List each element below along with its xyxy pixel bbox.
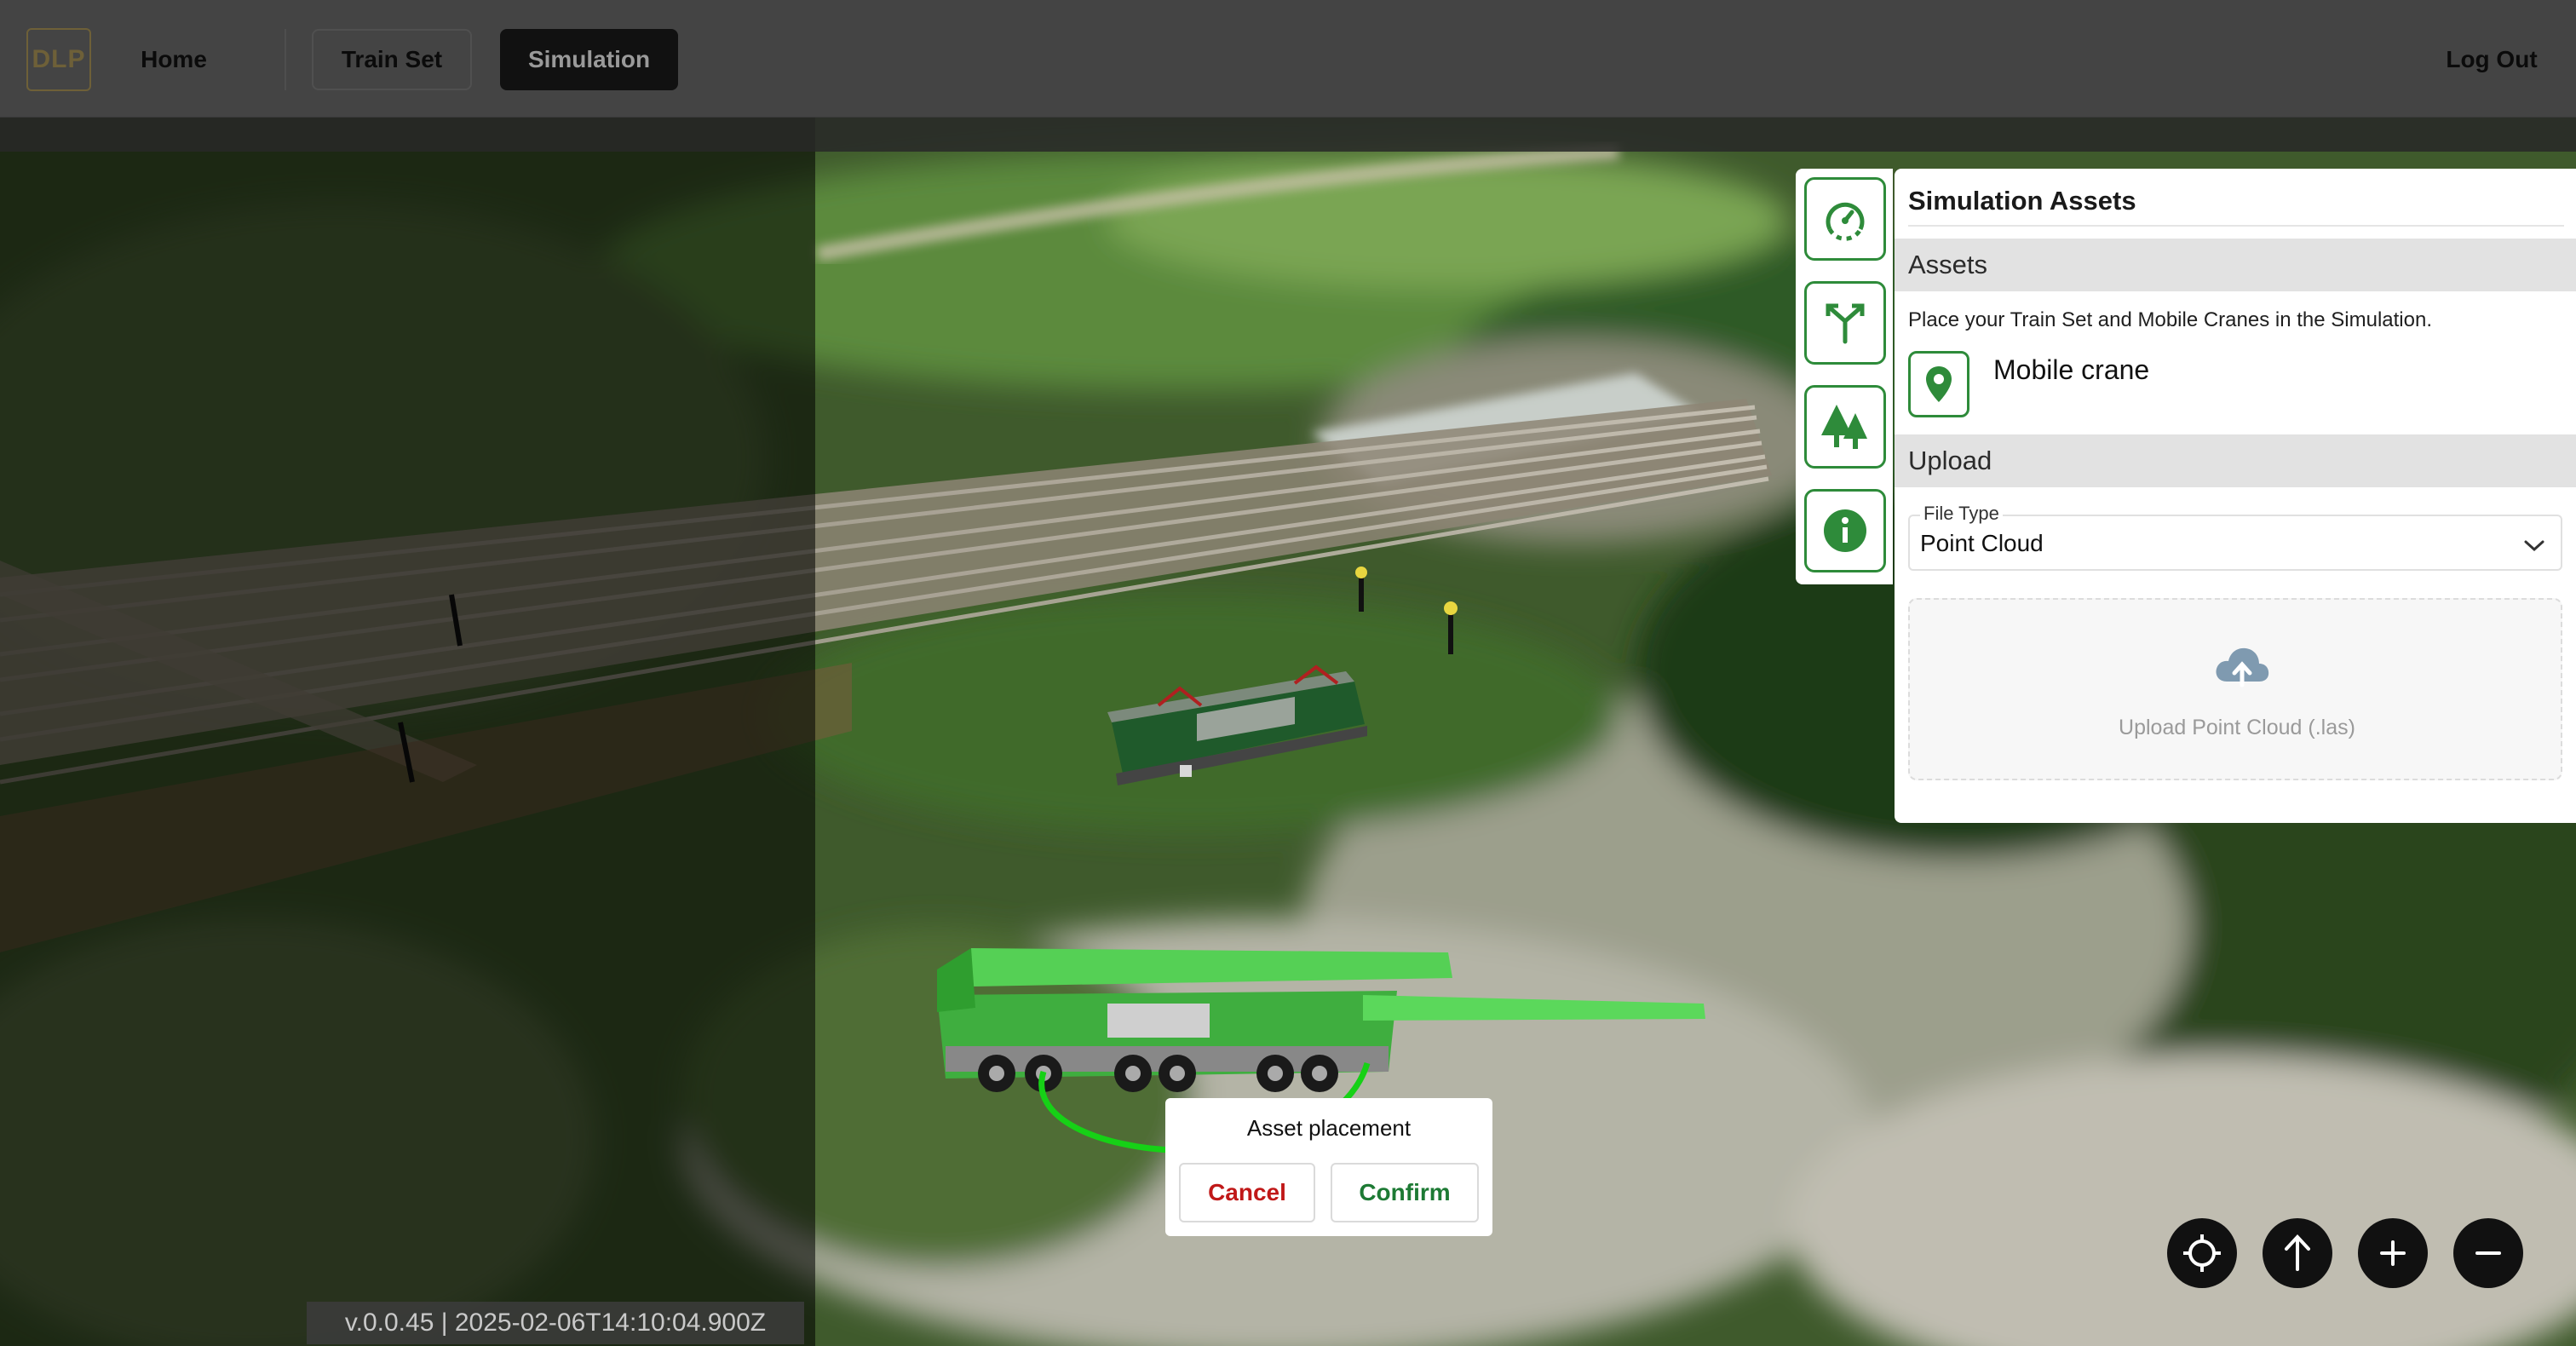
dialog-title: Asset placement bbox=[1246, 1115, 1412, 1141]
speed-dial-icon bbox=[1826, 202, 1865, 241]
version-label: v.0.0.45 | 2025-02-06T14:10:04.900Z bbox=[307, 1302, 804, 1344]
dimmed-region bbox=[0, 118, 815, 1346]
zoom-out-button[interactable] bbox=[2453, 1218, 2523, 1288]
title-divider bbox=[1908, 225, 2564, 227]
upload-section-header: Upload bbox=[1895, 434, 2576, 487]
upload-hint-text: Upload Point Cloud (.las) bbox=[2119, 716, 2355, 739]
simulation-assets-panel: Simulation Assets Assets Place your Trai… bbox=[1895, 169, 2576, 823]
logout-button[interactable]: Log Out bbox=[2428, 29, 2556, 90]
mobile-crane-label[interactable]: Mobile crane bbox=[1993, 354, 2149, 386]
upload-dropzone[interactable]: Upload Point Cloud (.las) bbox=[1908, 598, 2562, 780]
tool-column bbox=[1796, 169, 1893, 584]
nav-home-button[interactable]: Home bbox=[109, 29, 239, 90]
north-arrow-icon bbox=[2285, 1234, 2310, 1271]
confirm-button[interactable]: Confirm bbox=[1331, 1163, 1479, 1222]
app-logo[interactable]: DLP bbox=[26, 28, 91, 91]
zoom-out-icon bbox=[2475, 1251, 2501, 1255]
locate-button[interactable] bbox=[2167, 1218, 2237, 1288]
route-branch-button[interactable] bbox=[1804, 281, 1886, 365]
info-icon bbox=[1824, 509, 1866, 552]
zoom-in-icon bbox=[2380, 1240, 2406, 1266]
zoom-in-button[interactable] bbox=[2358, 1218, 2428, 1288]
locate-icon bbox=[2183, 1234, 2221, 1272]
cloud-upload-icon bbox=[2216, 647, 2269, 687]
chevron-down-icon[interactable] bbox=[2521, 535, 2547, 555]
nav-divider bbox=[285, 29, 286, 90]
north-arrow-button[interactable] bbox=[2263, 1218, 2332, 1288]
panel-title: Simulation Assets bbox=[1908, 186, 2136, 216]
assets-section-header: Assets bbox=[1895, 239, 2576, 291]
file-type-label: File Type bbox=[1920, 503, 2003, 525]
speed-dial-button[interactable] bbox=[1804, 177, 1886, 261]
route-branch-icon bbox=[1826, 303, 1865, 344]
asset-placement-dialog: Asset placement Cancel Confirm bbox=[1165, 1098, 1492, 1236]
map-pin-icon bbox=[1926, 366, 1952, 402]
nav-simulation-button[interactable]: Simulation bbox=[500, 29, 678, 90]
trees-icon bbox=[1821, 405, 1867, 449]
scene-top-band bbox=[0, 118, 2576, 152]
nav-train-set-button[interactable]: Train Set bbox=[312, 29, 472, 90]
mobile-crane-pin-button[interactable] bbox=[1908, 351, 1969, 417]
trees-button[interactable] bbox=[1804, 385, 1886, 469]
file-type-value[interactable]: Point Cloud bbox=[1920, 530, 2044, 557]
info-button[interactable] bbox=[1804, 489, 1886, 572]
top-nav-bar: DLP Home Train Set Simulation Log Out bbox=[0, 0, 2576, 118]
assets-description: Place your Train Set and Mobile Cranes i… bbox=[1908, 308, 2432, 331]
cancel-button[interactable]: Cancel bbox=[1179, 1163, 1315, 1222]
